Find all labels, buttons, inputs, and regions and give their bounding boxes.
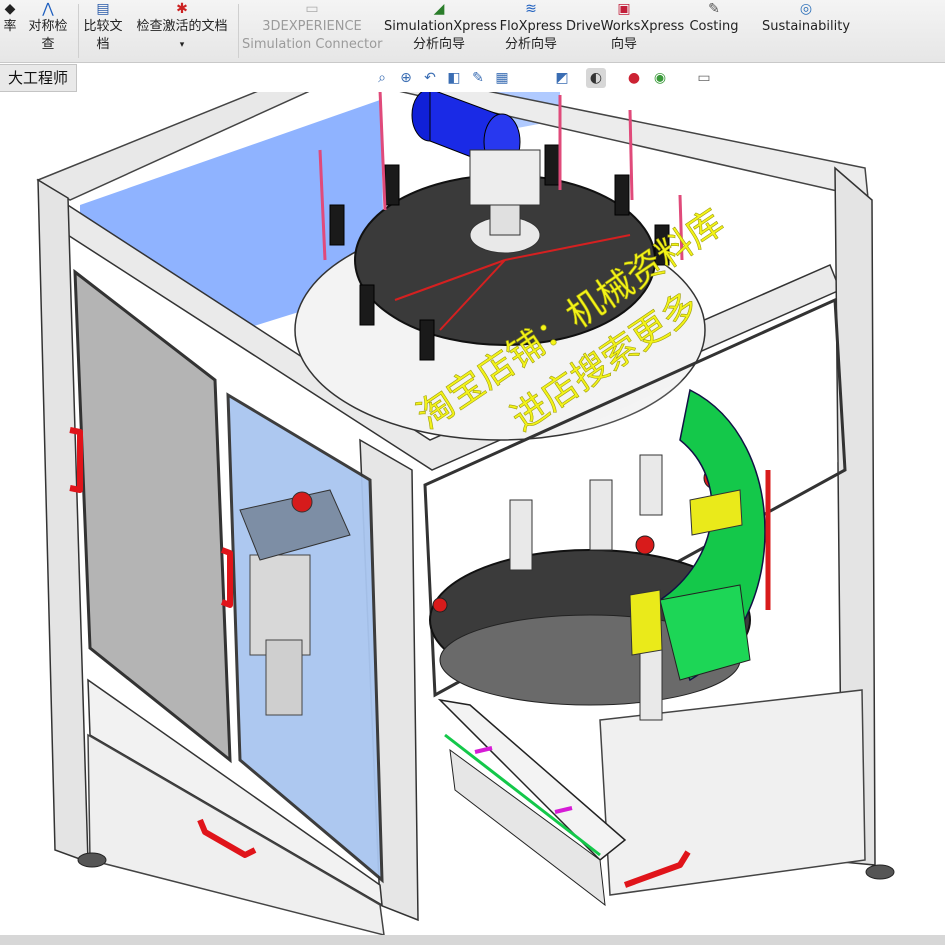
- display-style-icon[interactable]: ◩: [552, 68, 572, 88]
- section-view-icon[interactable]: ◧: [444, 68, 464, 88]
- 3dexperience-simulation-connector-button[interactable]: ▭ 3DEXPERIENCE Simulation Connector: [242, 0, 382, 62]
- hide-show-items-icon[interactable]: ◐: [586, 68, 606, 88]
- internal-red-button: [291, 491, 313, 513]
- compare-documents-icon: ▤: [96, 1, 110, 17]
- previous-view-icon[interactable]: ↶: [420, 68, 440, 88]
- view-orientation-icon[interactable]: ▦: [492, 68, 512, 88]
- symmetry-check-icon: ⋀: [42, 1, 54, 17]
- apply-scene-icon[interactable]: ◉: [650, 68, 670, 88]
- simulationxpress-button[interactable]: ◢ SimulationXpress 分析向导: [384, 0, 497, 62]
- costing-button[interactable]: ✎ Costing: [684, 0, 744, 62]
- simulationxpress-icon: ◢: [433, 1, 445, 17]
- sustainability-button[interactable]: ◎ Sustainability: [760, 0, 852, 62]
- view-settings-icon[interactable]: ▭: [694, 68, 714, 88]
- 3dexperience-icon: ▭: [305, 1, 319, 17]
- costing-icon: ✎: [708, 1, 720, 17]
- status-bar: [0, 935, 945, 945]
- chute-magenta-mark-1: [474, 746, 493, 754]
- floxpress-icon: ≋: [525, 1, 537, 17]
- compare-documents-button[interactable]: ▤ 比较文 档: [80, 0, 126, 62]
- driveworksxpress-button[interactable]: ▣ DriveWorksXpress 向导: [566, 0, 684, 62]
- check-active-document-icon: ✱: [176, 1, 188, 17]
- motor-shaft-coupling: [489, 204, 521, 236]
- sustainability-icon: ◎: [799, 1, 813, 17]
- graphics-viewport[interactable]: [0, 92, 945, 945]
- motor-gearbox: [469, 149, 541, 206]
- reflectance-icon: ◆: [4, 1, 16, 17]
- dynamic-annotation-icon[interactable]: ✎: [468, 68, 488, 88]
- driveworksxpress-icon: ▣: [617, 1, 631, 17]
- symmetry-check-button[interactable]: ⋀ 对称检 查: [22, 0, 74, 62]
- internal-bellows: [265, 639, 303, 716]
- floxpress-button[interactable]: ≋ FloXpress 分析向导: [496, 0, 566, 62]
- edit-appearance-icon[interactable]: ●: [624, 68, 644, 88]
- command-ribbon: ◆ 率 ⋀ 对称检 查 ▤ 比较文 档 ✱ 检查激活的文档 ▾ ▭ 3DEXPE…: [0, 0, 945, 63]
- lower-right-cabinet: [599, 689, 866, 896]
- check-active-document-button[interactable]: ✱ 检查激活的文档 ▾: [130, 0, 234, 62]
- yellow-bracket: [629, 589, 663, 656]
- tab-user-engineer[interactable]: 大工程师: [0, 64, 78, 92]
- zoom-to-fit-icon[interactable]: ⌕: [372, 68, 392, 88]
- reflectance-button[interactable]: ◆ 率: [0, 0, 20, 62]
- zoom-area-icon[interactable]: ⊕: [396, 68, 416, 88]
